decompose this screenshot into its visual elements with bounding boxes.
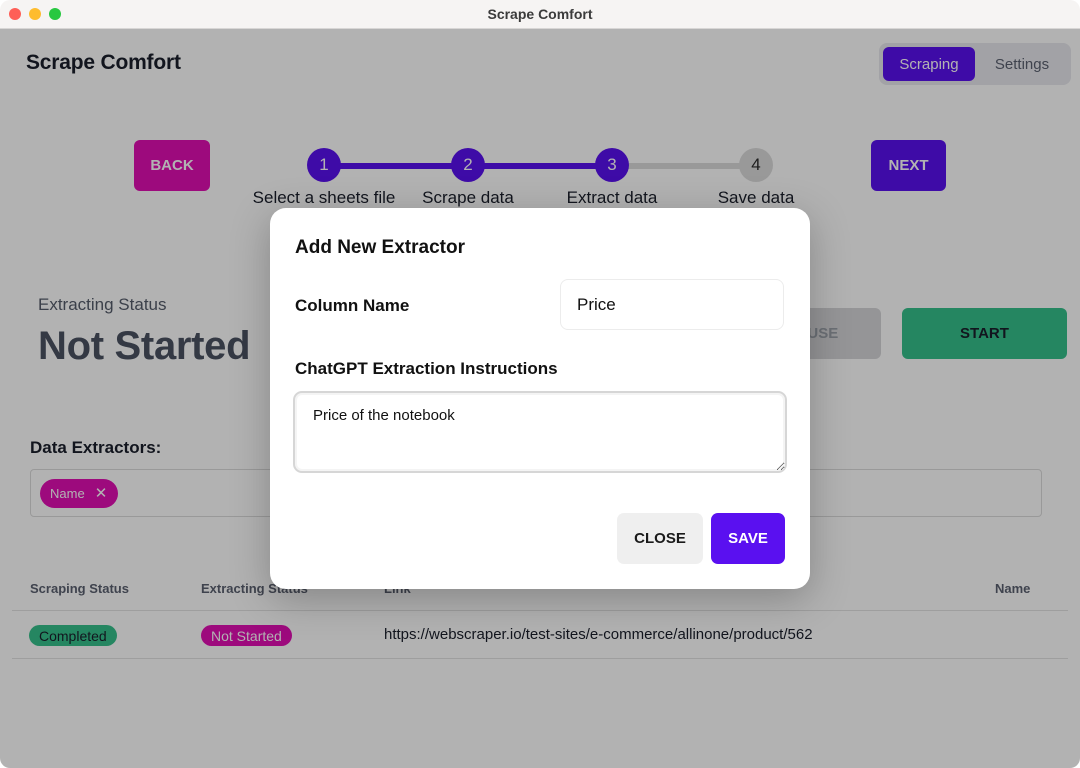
instructions-textarea[interactable]: Price of the notebook <box>293 391 787 473</box>
column-name-label: Column Name <box>295 296 410 315</box>
app-window: Scrape Comfort Scrape Comfort Scraping S… <box>0 0 1080 768</box>
minimize-window-button[interactable] <box>29 8 41 20</box>
zoom-window-button[interactable] <box>49 8 61 20</box>
window-title: Scrape Comfort <box>487 6 593 22</box>
save-button[interactable]: SAVE <box>711 513 785 564</box>
close-button[interactable]: CLOSE <box>617 513 703 564</box>
title-bar: Scrape Comfort <box>0 0 1080 29</box>
window-controls <box>9 8 61 20</box>
close-window-button[interactable] <box>9 8 21 20</box>
column-name-input[interactable] <box>560 279 784 330</box>
dialog-title: Add New Extractor <box>295 237 465 258</box>
instructions-label: ChatGPT Extraction Instructions <box>295 359 558 378</box>
add-extractor-dialog: Add New Extractor Column Name ChatGPT Ex… <box>270 208 810 589</box>
